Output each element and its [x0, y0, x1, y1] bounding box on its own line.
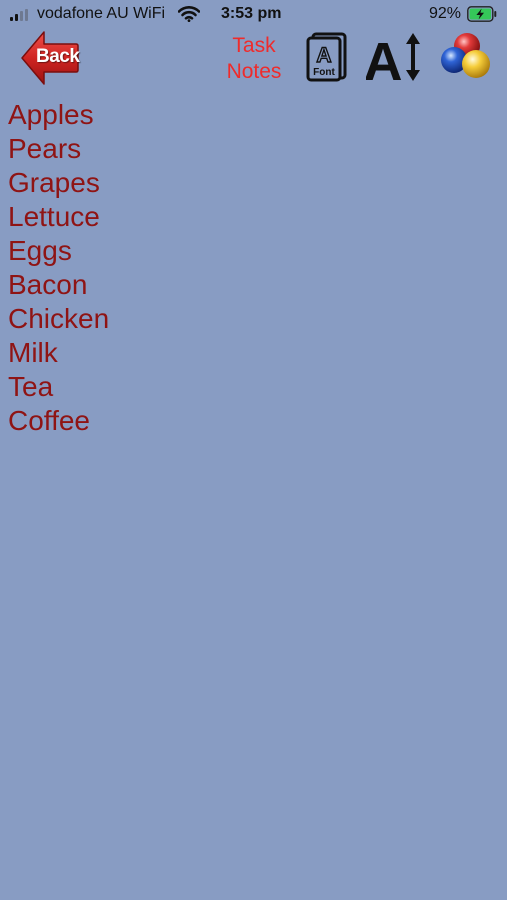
back-button[interactable]: Back — [20, 30, 80, 86]
list-item[interactable]: Chicken — [8, 302, 109, 336]
list-item[interactable]: Apples — [8, 98, 109, 132]
app-title-line2: Notes — [226, 60, 282, 83]
cellular-signal-icon — [10, 9, 32, 21]
list-item[interactable]: Coffee — [8, 404, 109, 438]
list-item[interactable]: Tea — [8, 370, 109, 404]
list-item[interactable]: Milk — [8, 336, 109, 370]
font-icon[interactable]: A Font — [304, 31, 348, 83]
list-item[interactable]: Lettuce — [8, 200, 109, 234]
clock: 3:53 pm — [221, 5, 282, 22]
list-item[interactable]: Grapes — [8, 166, 109, 200]
list-item[interactable]: Bacon — [8, 268, 109, 302]
font-size-icon[interactable]: A — [366, 30, 424, 84]
carrier-name: vodafone AU WiFi — [37, 5, 166, 22]
font-size-letter: A — [366, 32, 403, 84]
app-title: Task Notes — [218, 33, 290, 85]
color-balls-icon[interactable] — [436, 30, 494, 84]
status-bar: vodafone AU WiFi 3:53 pm 92% — [0, 0, 507, 28]
battery-percentage: 92% — [429, 5, 462, 22]
font-icon-label: Font — [313, 67, 335, 78]
list-item[interactable]: Pears — [8, 132, 109, 166]
back-label: Back — [36, 46, 80, 67]
battery-charging-icon — [467, 6, 497, 22]
app-title-line1: Task — [232, 34, 276, 57]
font-icon-letter: A — [316, 44, 331, 67]
task-notes-list: Apples Pears Grapes Lettuce Eggs Bacon C… — [8, 98, 109, 438]
list-item[interactable]: Eggs — [8, 234, 109, 268]
wifi-icon — [178, 6, 200, 22]
